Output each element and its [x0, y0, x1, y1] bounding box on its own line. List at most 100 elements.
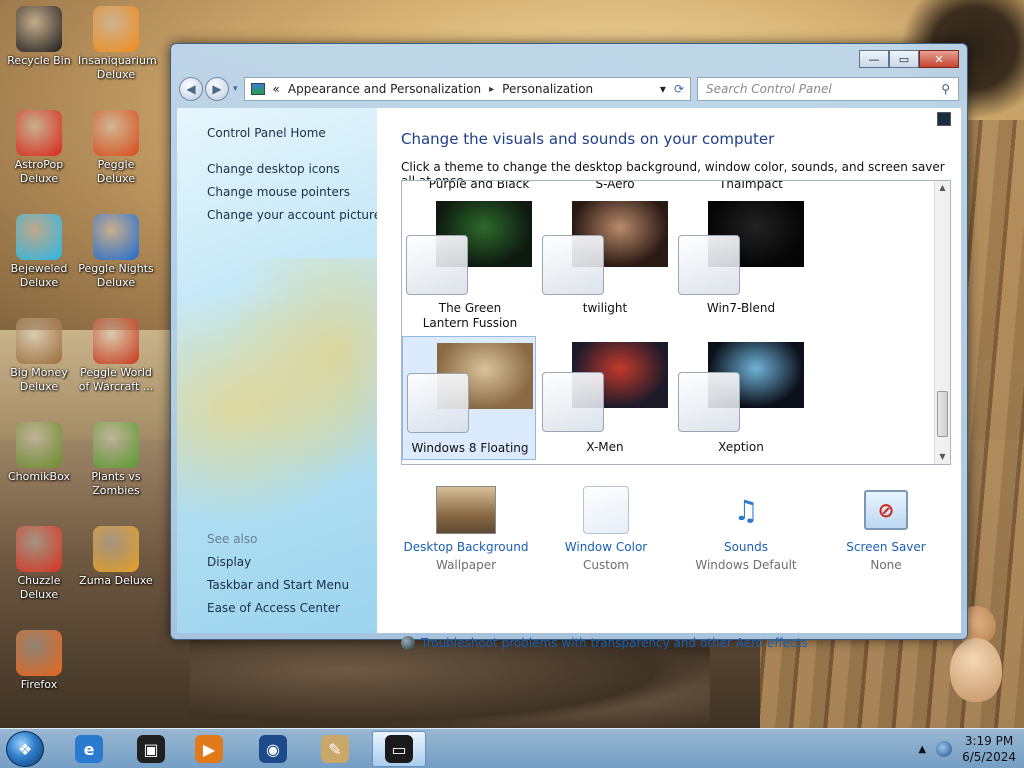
screen-saver-link[interactable]: Screen Saver	[821, 540, 951, 554]
peggle-nights-icon[interactable]	[93, 214, 139, 260]
change-account-picture-link[interactable]: Change your account picture	[207, 208, 377, 222]
sounds-link[interactable]: Sounds	[681, 540, 811, 554]
theme-tile[interactable]: The Green Lantern Fussion	[402, 195, 536, 331]
peggle-icon[interactable]	[93, 110, 139, 156]
chomikbox-icon[interactable]	[16, 422, 62, 468]
plants-vs-zombies-icon[interactable]	[93, 422, 139, 468]
desktop-icon[interactable]: Peggle Deluxe	[78, 110, 154, 186]
start-button[interactable]: ❖	[6, 731, 44, 767]
window-color-option[interactable]: Window Color Custom	[541, 486, 671, 572]
forward-button[interactable]: ▶	[205, 77, 229, 101]
screen-saver-value: None	[870, 558, 902, 572]
taskbar-button[interactable]: ✎	[308, 731, 362, 767]
address-overflow-chevron[interactable]: «	[273, 82, 280, 96]
desktop-icon[interactable]: Chuzzle Deluxe	[1, 526, 77, 602]
scroll-up-icon[interactable]: ▲	[935, 181, 950, 195]
maximize-button[interactable]: ▭	[889, 50, 919, 68]
peggle-wow-icon[interactable]	[93, 318, 139, 364]
desktop-background-option[interactable]: Desktop Background Wallpaper	[401, 486, 531, 572]
show-hidden-icons-icon[interactable]: ▲	[918, 744, 926, 755]
control-panel-home-link[interactable]: Control Panel Home	[207, 126, 326, 140]
theme-tile[interactable]: Windows 8 Floating	[402, 336, 536, 460]
desktop-icon-label: Bejeweled Deluxe	[10, 262, 68, 289]
troubleshoot-icon	[401, 636, 415, 650]
screen-saver-icon[interactable]: ⊘	[856, 486, 916, 534]
theme-name[interactable]: The Green Lantern Fussion	[420, 301, 520, 331]
breadcrumb-separator-icon[interactable]: ▸	[489, 84, 494, 95]
desktop-icon[interactable]: Zuma Deluxe	[78, 526, 154, 588]
breadcrumb-personalization[interactable]: Personalization	[502, 82, 593, 96]
theme-name[interactable]: Xeption	[674, 440, 808, 455]
troubleshoot-aero-link[interactable]: Troubleshoot problems with transparency …	[401, 636, 808, 650]
desktop-icon[interactable]: Peggle World of Warcraft ...	[78, 318, 154, 394]
breadcrumb-appearance[interactable]: Appearance and Personalization	[288, 82, 481, 96]
network-icon[interactable]	[936, 741, 953, 757]
theme-glass-preview	[407, 373, 469, 433]
address-bar[interactable]: « Appearance and Personalization ▸ Perso…	[243, 77, 691, 101]
window-color-icon[interactable]	[583, 486, 629, 534]
clock[interactable]: 3:19 PM 6/5/2024	[962, 733, 1016, 765]
theme-name[interactable]: Windows 8 Floating	[403, 441, 537, 456]
theme-gallery[interactable]: Purple and Black S-Aero ThaImpact The Gr…	[401, 180, 951, 465]
firefox-icon[interactable]	[16, 630, 62, 676]
desktop-icon[interactable]: Firefox	[1, 630, 77, 692]
screen-saver-option[interactable]: ⊘ Screen Saver None	[821, 486, 951, 572]
taskbar-button[interactable]: ▣	[124, 731, 178, 767]
search-icon[interactable]: ⚲	[941, 82, 950, 96]
diamond-icon[interactable]	[16, 214, 62, 260]
taskbar-button[interactable]: ▶	[182, 731, 236, 767]
taskbar-start-menu-link[interactable]: Taskbar and Start Menu	[207, 578, 349, 592]
desktop-icon[interactable]: AstroPop Deluxe	[1, 110, 77, 186]
address-dropdown-icon[interactable]: ▾	[660, 82, 666, 96]
window-color-link[interactable]: Window Color	[541, 540, 671, 554]
scroll-down-icon[interactable]: ▼	[935, 450, 950, 464]
theme-name[interactable]: Win7-Blend	[674, 301, 808, 316]
taskbar-button[interactable]: e	[62, 731, 116, 767]
personalization-window: — ▭ ✕ ◀ ▶ ▾ « Appearance and Personaliza…	[170, 43, 968, 650]
back-button[interactable]: ◀	[179, 77, 203, 101]
taskbar-button[interactable]: ◉	[246, 731, 300, 767]
close-button[interactable]: ✕	[919, 50, 959, 68]
change-desktop-icons-link[interactable]: Change desktop icons	[207, 162, 340, 176]
theme-gallery-scrollbar[interactable]: ▲ ▼	[934, 181, 950, 464]
search-input[interactable]: Search Control Panel ⚲	[697, 77, 959, 101]
display-link[interactable]: Display	[207, 555, 251, 569]
theme-label-purple-and-black[interactable]: Purple and Black	[414, 181, 544, 191]
ease-of-access-link[interactable]: Ease of Access Center	[207, 601, 340, 615]
help-icon[interactable]	[937, 112, 951, 126]
theme-tile[interactable]: twilight	[538, 195, 672, 331]
desktop-icon[interactable]: Insaniquarium Deluxe	[78, 6, 157, 82]
chuzzle-icon[interactable]	[16, 526, 62, 572]
scroll-thumb[interactable]	[937, 391, 948, 437]
desktop-icon[interactable]: Bejeweled Deluxe	[1, 214, 77, 290]
theme-tile[interactable]: X-Men	[538, 336, 672, 460]
desktop-icon[interactable]: Plants vs Zombies	[78, 422, 154, 498]
theme-glass-preview	[678, 372, 740, 432]
money-bag-icon[interactable]	[16, 318, 62, 364]
recent-pages-icon[interactable]: ▾	[233, 84, 238, 94]
wallpaper-thumbnail-icon[interactable]	[436, 486, 496, 534]
theme-name[interactable]: twilight	[538, 301, 672, 316]
desktop-icon[interactable]: Big Money Deluxe	[1, 318, 77, 394]
theme-tile[interactable]: Xeption	[674, 336, 808, 460]
goldfish-icon[interactable]	[93, 6, 139, 52]
theme-label-thaimpact[interactable]: ThaImpact	[686, 181, 816, 191]
theme-label-s-aero[interactable]: S-Aero	[550, 181, 680, 191]
zuma-icon[interactable]	[93, 526, 139, 572]
desktop-icon[interactable]: Recycle Bin	[1, 6, 77, 68]
desktop-icon[interactable]: ChomikBox	[1, 422, 77, 484]
refresh-icon[interactable]: ⟳	[674, 82, 684, 96]
taskbar-button[interactable]: ▭	[372, 731, 426, 767]
recycle-bin-icon[interactable]	[16, 6, 62, 52]
sounds-option[interactable]: ♫ Sounds Windows Default	[681, 486, 811, 573]
desktop-icon-label: Plants vs Zombies	[91, 470, 141, 497]
minimize-button[interactable]: —	[859, 50, 889, 68]
desktop-icon[interactable]: Peggle Nights Deluxe	[78, 214, 154, 290]
astropop-icon[interactable]	[16, 110, 62, 156]
desktop-background-link[interactable]: Desktop Background	[401, 540, 531, 554]
theme-tile[interactable]: Win7-Blend	[674, 195, 808, 331]
sounds-icon[interactable]: ♫	[716, 486, 776, 534]
change-mouse-pointers-link[interactable]: Change mouse pointers	[207, 185, 350, 199]
troubleshoot-label[interactable]: Troubleshoot problems with transparency …	[421, 636, 808, 650]
theme-name[interactable]: X-Men	[538, 440, 672, 455]
